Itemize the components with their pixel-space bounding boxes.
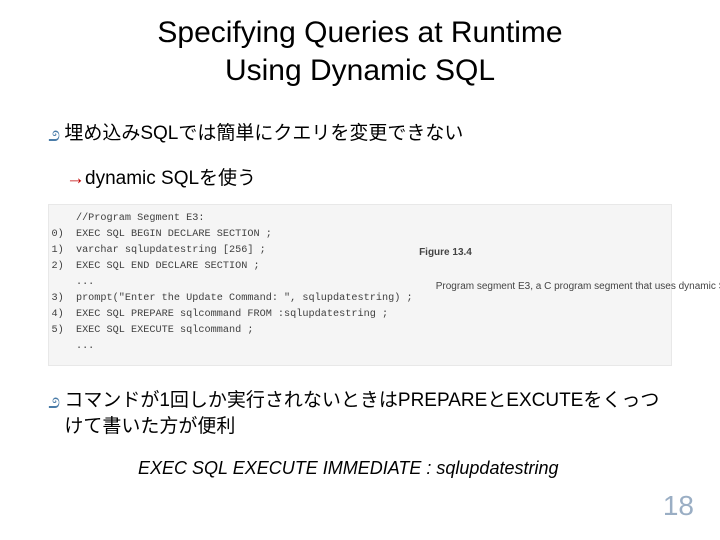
code-block: //Program Segment E3: 0) EXEC SQL BEGIN … xyxy=(51,211,412,355)
page-number: 18 xyxy=(663,490,694,522)
slide-title: Specifying Queries at Runtime Using Dyna… xyxy=(0,0,720,99)
bullet-icon: ೨ xyxy=(48,388,60,414)
title-line-1: Specifying Queries at Runtime xyxy=(157,16,562,49)
exec-line: EXEC SQL EXECUTE IMMEDIATE : sqlupdatest… xyxy=(138,458,672,479)
bullet-item-1: ೨ 埋め込みSQLでは簡単にクエリを変更できない xyxy=(48,121,672,147)
bullet-text: コマンドが1回しか実行されないときはPREPAREとEXCUTEをくっつけて書い… xyxy=(64,388,672,439)
bullet-icon: ೨ xyxy=(48,121,60,147)
figure-description: Program segment E3, a C program segment … xyxy=(436,281,720,292)
bullet-text: 埋め込みSQLでは簡単にクエリを変更できない xyxy=(64,121,463,147)
figure-caption: Figure 13.4 Program segment E3, a C prog… xyxy=(419,211,720,355)
figure-number: Figure 13.4 xyxy=(419,245,720,260)
subline-text: dynamic SQLを使う xyxy=(85,168,256,189)
code-figure: //Program Segment E3: 0) EXEC SQL BEGIN … xyxy=(48,204,672,366)
title-line-2: Using Dynamic SQL xyxy=(225,54,495,87)
subline: →dynamic SQLを使う xyxy=(66,163,672,190)
slide-body: ೨ 埋め込みSQLでは簡単にクエリを変更できない →dynamic SQLを使う… xyxy=(0,121,720,479)
bullet-item-2: ೨ コマンドが1回しか実行されないときはPREPAREとEXCUTEをくっつけて… xyxy=(48,388,672,439)
arrow-icon: → xyxy=(66,168,85,189)
